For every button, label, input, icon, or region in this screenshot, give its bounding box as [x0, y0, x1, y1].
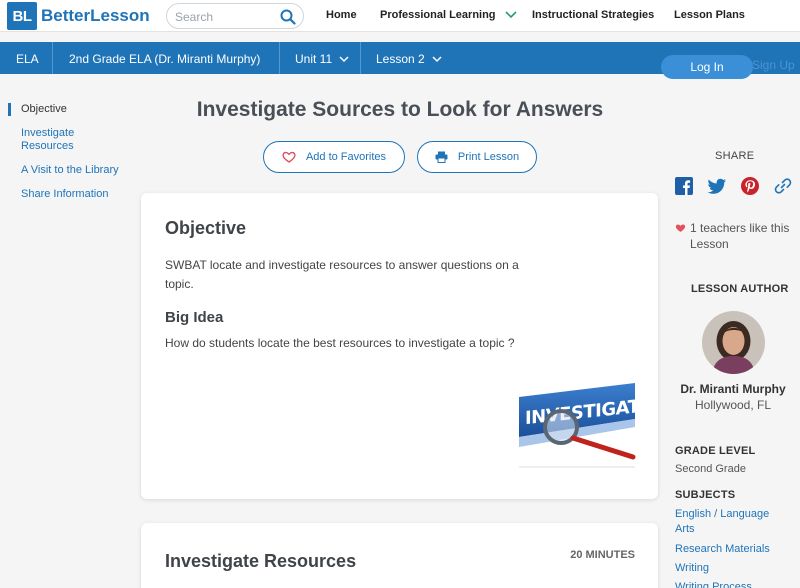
breadcrumb-course[interactable]: 2nd Grade ELA (Dr. Miranti Murphy) [69, 52, 260, 66]
logo-wordmark: BetterLesson [41, 6, 150, 25]
author-avatar[interactable] [702, 311, 765, 374]
subject-link[interactable]: Research Materials [675, 542, 795, 557]
nav-lesson-plans[interactable]: Lesson Plans [674, 9, 745, 21]
section-duration: 20 MINUTES [570, 549, 635, 561]
heart-outline-icon [282, 151, 296, 163]
pinterest-icon[interactable] [740, 176, 760, 196]
facebook-icon[interactable] [674, 176, 694, 196]
twitter-icon[interactable] [707, 176, 727, 196]
breadcrumb-divider [279, 42, 280, 74]
add-to-favorites-button[interactable]: Add to Favorites [263, 141, 405, 173]
investigate-resources-card: Investigate Resources 20 MINUTES [141, 523, 658, 588]
chevron-down-icon [339, 56, 350, 63]
breadcrumb-divider [360, 42, 361, 74]
section-nav-investigate-resources[interactable]: Investigate Resources [8, 127, 98, 153]
logo-mark: BL [7, 2, 37, 30]
author-location: Hollywood, FL [694, 398, 772, 412]
section-nav-library-visit[interactable]: A Visit to the Library [8, 164, 138, 177]
login-button[interactable]: Log In [661, 55, 753, 79]
nav-professional-learning-label: Professional Learning [380, 9, 496, 21]
breadcrumb-unit-label: Unit 11 [295, 52, 333, 66]
grade-level-label: GRADE LEVEL [675, 445, 756, 457]
grade-level-value: Second Grade [675, 463, 746, 475]
link-icon[interactable] [773, 176, 793, 196]
betterlesson-logo[interactable]: BL BetterLesson [7, 2, 150, 30]
likes-text: 1 teachers like this Lesson [690, 221, 790, 251]
chevron-down-icon [432, 56, 442, 63]
breadcrumb-unit[interactable]: Unit 11 [295, 52, 350, 66]
breadcrumb-subject[interactable]: ELA [16, 52, 39, 66]
big-idea-heading: Big Idea [165, 309, 224, 326]
breadcrumb-lesson-label: Lesson 2 [376, 52, 425, 66]
breadcrumb-divider [52, 42, 53, 74]
subjects-label: SUBJECTS [675, 489, 736, 501]
printer-icon [435, 151, 448, 163]
nav-instructional-strategies[interactable]: Instructional Strategies [532, 9, 654, 21]
nav-home[interactable]: Home [326, 9, 357, 21]
big-idea-text: How do students locate the best resource… [165, 336, 515, 350]
search-input[interactable] [175, 8, 275, 26]
lesson-section-nav: Objective Investigate Resources A Visit … [8, 103, 138, 201]
subject-link[interactable]: Writing [675, 561, 795, 576]
chevron-down-icon [505, 11, 517, 19]
print-lesson-label: Print Lesson [457, 151, 520, 163]
search-box [166, 3, 304, 29]
print-lesson-button[interactable]: Print Lesson [417, 141, 537, 173]
section-nav-share-information[interactable]: Share Information [8, 188, 138, 201]
likes-count: 1 teachers like this Lesson [675, 220, 795, 252]
search-icon[interactable] [280, 9, 296, 25]
subject-link[interactable]: English / Language Arts [675, 507, 785, 537]
share-label: SHARE [715, 150, 755, 162]
investigate-resources-heading: Investigate Resources [165, 551, 357, 571]
author-name[interactable]: Dr. Miranti Murphy [660, 382, 800, 396]
add-to-favorites-label: Add to Favorites [305, 151, 387, 163]
lesson-author-label: LESSON AUTHOR [691, 283, 789, 295]
lesson-title: Investigate Sources to Look for Answers [196, 98, 604, 121]
signup-link[interactable]: Sign Up [752, 58, 795, 72]
section-nav-objective[interactable]: Objective [8, 103, 138, 116]
nav-professional-learning[interactable]: Professional Learning [380, 9, 517, 21]
objective-text: SWBAT locate and investigate resources t… [165, 258, 519, 291]
subject-link[interactable]: Writing Process [675, 580, 795, 588]
objective-heading: Objective [165, 218, 247, 238]
breadcrumb-lesson[interactable]: Lesson 2 [376, 52, 442, 66]
investigate-image[interactable]: INVESTIGATE [517, 375, 637, 471]
objective-card: Objective SWBAT locate and investigate r… [141, 193, 658, 499]
top-navigation-bar: BL BetterLesson Home Professional Learni… [0, 0, 800, 32]
heart-icon [675, 224, 686, 232]
